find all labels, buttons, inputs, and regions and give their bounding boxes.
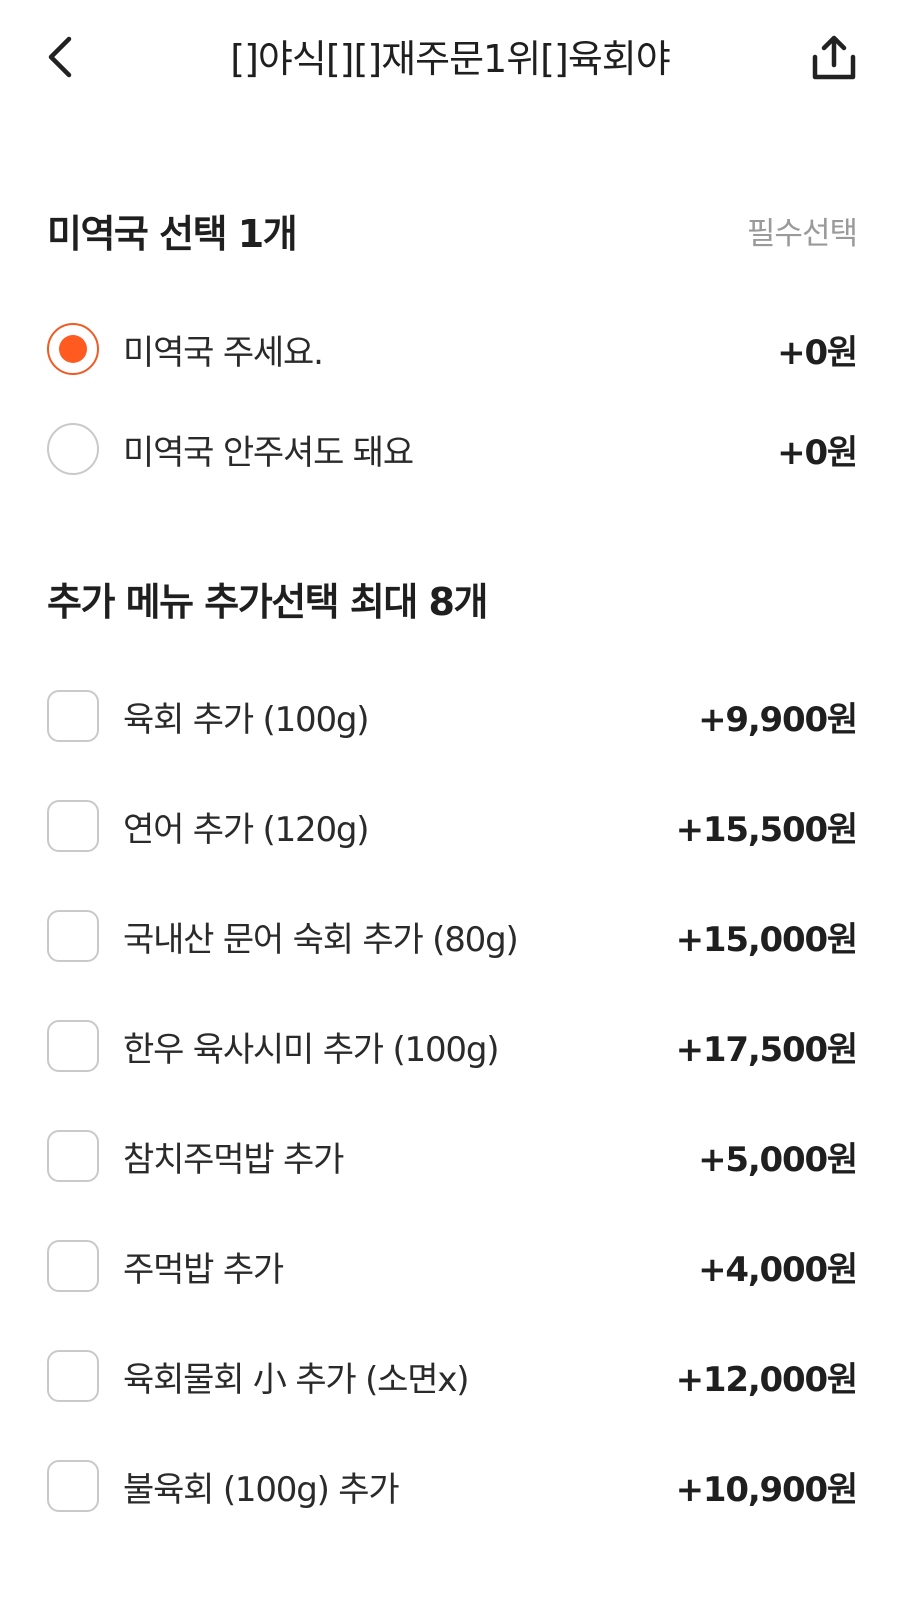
option-extra-tuna-riceball[interactable]: 참치주먹밥 추가 +5,000원 — [47, 1120, 858, 1192]
checkbox[interactable] — [47, 1130, 99, 1182]
required-badge: 필수선택 — [746, 215, 858, 252]
chevron-left-icon — [48, 36, 72, 78]
option-label: 국내산 문어 숙회 추가 (80g) — [123, 919, 519, 960]
option-label: 육회물회 小 추가 (소면x) — [123, 1359, 470, 1400]
checkbox[interactable] — [47, 910, 99, 962]
option-price: +4,000원 — [698, 1249, 858, 1290]
option-extra-riceball[interactable]: 주먹밥 추가 +4,000원 — [47, 1230, 858, 1302]
option-label: 주먹밥 추가 — [123, 1249, 284, 1290]
section-title: 미역국 선택 1개 — [47, 211, 298, 256]
checkbox[interactable] — [47, 690, 99, 742]
option-extra-mulhoe-small[interactable]: 육회물회 小 추가 (소면x) +12,000원 — [47, 1340, 859, 1412]
radio-button[interactable] — [47, 423, 99, 475]
section-title: 추가 메뉴 추가선택 최대 8개 — [47, 579, 488, 624]
checkbox[interactable] — [47, 800, 99, 852]
back-button[interactable] — [36, 30, 84, 84]
section-header-soup: 미역국 선택 1개 필수선택 — [47, 200, 858, 260]
option-price: +15,500원 — [675, 809, 859, 850]
option-label: 불육회 (100g) 추가 — [123, 1469, 400, 1510]
option-extra-yukhoe[interactable]: 육회 추가 (100g) +9,900원 — [47, 680, 858, 752]
checkbox[interactable] — [47, 1240, 99, 1292]
top-app-bar: []야식[][]재주문1위[]육회야 — [0, 0, 900, 118]
option-label: 육회 추가 (100g) — [123, 699, 370, 740]
option-soup-yes[interactable]: 미역국 주세요. +0원 — [47, 313, 858, 385]
option-price: +5,000원 — [698, 1139, 858, 1180]
radio-dot — [59, 335, 87, 363]
option-label: 참치주먹밥 추가 — [123, 1139, 344, 1180]
share-button[interactable] — [806, 30, 862, 86]
checkbox[interactable] — [47, 1350, 99, 1402]
checkbox[interactable] — [47, 1460, 99, 1512]
option-price: +0원 — [777, 432, 858, 473]
option-price: +10,900원 — [675, 1469, 859, 1510]
option-label: 한우 육사시미 추가 (100g) — [123, 1029, 499, 1070]
option-price: +9,900원 — [698, 699, 858, 740]
option-extra-salmon[interactable]: 연어 추가 (120g) +15,500원 — [47, 790, 859, 862]
option-label: 연어 추가 (120g) — [123, 809, 370, 850]
option-price: +15,000원 — [675, 919, 859, 960]
option-price: +17,500원 — [675, 1029, 859, 1070]
option-extra-octopus[interactable]: 국내산 문어 숙회 추가 (80g) +15,000원 — [47, 900, 859, 972]
option-price: +0원 — [777, 332, 858, 373]
share-icon — [812, 35, 856, 80]
option-soup-no[interactable]: 미역국 안주셔도 돼요 +0원 — [47, 413, 858, 485]
section-header-extra-menu: 추가 메뉴 추가선택 최대 8개 — [47, 568, 857, 628]
option-extra-hanwoo-sashimi[interactable]: 한우 육사시미 추가 (100g) +17,500원 — [47, 1010, 859, 1082]
option-label: 미역국 안주셔도 돼요 — [123, 432, 414, 473]
option-label: 미역국 주세요. — [123, 332, 324, 373]
option-extra-spicy-yukhoe[interactable]: 불육회 (100g) 추가 +10,900원 — [47, 1450, 859, 1522]
page-title: []야식[][]재주문1위[]육회야 — [230, 37, 670, 81]
radio-button-selected[interactable] — [47, 323, 99, 375]
checkbox[interactable] — [47, 1020, 99, 1072]
option-price: +12,000원 — [675, 1359, 859, 1400]
